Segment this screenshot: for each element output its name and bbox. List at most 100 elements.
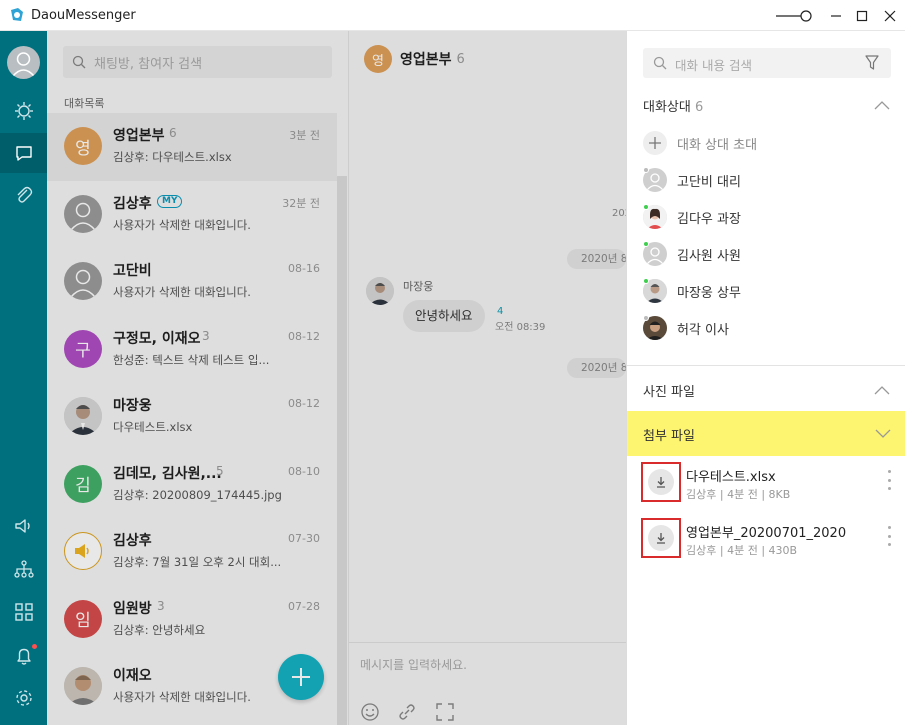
sender-name: 마장웅 xyxy=(403,280,434,293)
plus-icon xyxy=(292,668,310,686)
chat-row[interactable]: 김상후 MY 32분 전 사용자가 삭제한 대화입니다. xyxy=(47,181,337,249)
bell-icon xyxy=(16,648,31,665)
member-item[interactable]: 마장웅 상무 xyxy=(643,278,741,304)
files-menu-button[interactable] xyxy=(0,175,47,215)
room-time: 08-10 xyxy=(288,464,320,478)
org-menu-button[interactable] xyxy=(0,91,47,131)
portrait-photo-icon xyxy=(64,397,102,435)
chat-pane: 영 영업본부 6 2020 2020년 8 마장웅 안녕하세요 4 오전 08:… xyxy=(349,31,626,725)
chat-row[interactable]: 김 김데모, 김사원,... 5 08-10 김상후: 20200809_174… xyxy=(47,451,337,519)
list-scrollbar[interactable] xyxy=(337,176,347,725)
file-meta: 김상후 | 4분 전 | 430B xyxy=(686,544,798,557)
message-time: 오전 08:39 xyxy=(495,322,546,333)
organization-button[interactable] xyxy=(0,549,47,589)
download-button[interactable] xyxy=(641,462,681,502)
filter-icon[interactable] xyxy=(865,55,879,71)
room-preview: 김상후: 7월 31일 오후 2시 대회... xyxy=(113,555,282,569)
chevron-up-icon[interactable] xyxy=(874,385,890,395)
pin-slider[interactable] xyxy=(776,0,812,31)
chat-row[interactable]: 고단비 08-16 사용자가 삭제한 대화입니다. xyxy=(47,248,337,316)
download-icon-wrap xyxy=(648,525,674,551)
room-preview: 김상후: 안녕하세요 xyxy=(113,622,206,637)
file-sender: 김상후 xyxy=(686,544,717,557)
minimize-button[interactable] xyxy=(826,0,846,31)
chat-row[interactable]: 구 구정모, 이재오 3 08-12 한성준: 텍스트 삭제 테스트 입... xyxy=(47,316,337,384)
file-name: 다우테스트.xlsx xyxy=(686,470,776,485)
my-badge: MY xyxy=(157,194,183,208)
invite-member-button[interactable]: 대화 상대 초대 xyxy=(643,130,757,156)
member-name: 허각 이사 xyxy=(677,322,729,338)
member-item[interactable]: 김사원 사원 xyxy=(643,241,741,267)
room-avatar-letter: 김 xyxy=(75,476,91,496)
room-preview: 김상후: 다우테스트.xlsx xyxy=(113,150,232,164)
chevron-up-icon[interactable] xyxy=(874,100,890,110)
member-item[interactable]: 김다우 과장 xyxy=(643,204,741,230)
chat-row[interactable]: 마장웅 08-12 다우테스트.xlsx xyxy=(47,383,337,451)
date-divider: 2020년 8 xyxy=(567,249,626,269)
notification-dot xyxy=(32,644,37,649)
file-item[interactable]: 영업본부_20200701_2020... 김상후 | 4분 전 | 430B xyxy=(641,518,891,560)
new-chat-button[interactable] xyxy=(278,654,324,700)
room-info-panel: 대화 내용 검색 대화상대 6 대화 상대 초대 고단비 대리 김다우 과장 김… xyxy=(626,31,905,725)
chat-row[interactable]: 임 임원방 3 07-28 김상후: 안녕하세요 xyxy=(47,586,337,654)
member-item[interactable]: 허각 이사 xyxy=(643,315,729,341)
status-dot xyxy=(643,204,649,210)
chat-row[interactable]: 김상후 07-30 김상후: 7월 31일 오후 2시 대회... xyxy=(47,518,337,586)
member-name: 마장웅 상무 xyxy=(677,285,741,301)
chat-rows: 영 영업본부 6 3분 전 김상후: 다우테스트.xlsx 김상후 MY 32분… xyxy=(47,113,337,721)
chat-row[interactable]: 영 영업본부 6 3분 전 김상후: 다우테스트.xlsx xyxy=(47,113,337,181)
composer-placeholder: 메시지를 입력하세요. xyxy=(360,658,467,672)
search-placeholder: 채팅방, 참여자 검색 xyxy=(94,56,203,72)
download-button[interactable] xyxy=(641,518,681,558)
my-avatar[interactable] xyxy=(7,46,40,79)
member-count: 6 xyxy=(169,126,177,140)
chat-title: 영업본부 xyxy=(400,52,452,68)
file-item[interactable]: 다우테스트.xlsx 김상후 | 4분 전 | 8KB xyxy=(641,462,891,504)
message-search-input[interactable]: 대화 내용 검색 xyxy=(643,48,891,78)
room-avatar xyxy=(64,194,102,233)
member-count: 3 xyxy=(157,598,165,613)
notifications-button[interactable] xyxy=(0,636,47,676)
message-bubble[interactable]: 안녕하세요 xyxy=(403,300,485,332)
expand-button[interactable] xyxy=(434,701,456,723)
attachments-section-header[interactable]: 첨부 파일 xyxy=(627,411,905,456)
apps-menu-button[interactable] xyxy=(0,592,47,632)
org-chart-icon xyxy=(13,560,34,578)
room-time: 07-28 xyxy=(288,599,320,613)
portrait-photo-icon xyxy=(64,667,102,705)
message-composer[interactable]: 메시지를 입력하세요. xyxy=(349,642,626,725)
title-bar: DaouMessenger xyxy=(0,0,905,31)
download-icon-wrap xyxy=(648,469,674,495)
member-count: 5 xyxy=(216,463,224,478)
person-icon xyxy=(70,202,96,230)
room-name: 마장웅 xyxy=(113,398,152,414)
members-section-title[interactable]: 대화상대 6 xyxy=(643,96,703,115)
paperclip-icon xyxy=(17,186,32,203)
more-options-button[interactable] xyxy=(884,526,894,546)
minimize-icon xyxy=(831,14,841,17)
room-avatar-letter: 구 xyxy=(75,341,91,361)
chat-menu-button[interactable] xyxy=(0,133,47,173)
more-options-button[interactable] xyxy=(884,470,894,490)
room-avatar xyxy=(64,397,102,435)
maximize-button[interactable] xyxy=(852,0,872,31)
room-preview: 사용자가 삭제한 대화입니다. xyxy=(113,285,251,299)
close-window-button[interactable] xyxy=(880,0,900,31)
members-count: 6 xyxy=(694,100,704,115)
sender-avatar[interactable] xyxy=(366,277,394,305)
chat-search-input[interactable]: 채팅방, 참여자 검색 xyxy=(63,46,332,78)
room-preview: 사용자가 삭제한 대화입니다. xyxy=(113,217,251,232)
emoji-button[interactable] xyxy=(359,701,381,723)
members-title: 대화상대 xyxy=(643,100,691,115)
settings-button[interactable] xyxy=(0,678,47,718)
file-name: 영업본부_20200701_2020... xyxy=(686,526,846,541)
room-preview: 한성준: 텍스트 삭제 테스트 입... xyxy=(113,352,270,367)
member-item[interactable]: 고단비 대리 xyxy=(643,167,741,193)
file-size: 8KB xyxy=(768,488,791,501)
notice-menu-button[interactable] xyxy=(0,506,47,546)
photos-section-title[interactable]: 사진 파일 xyxy=(643,381,695,400)
file-time: 4분 전 xyxy=(727,544,758,557)
room-preview: 사용자가 삭제한 대화입니다. xyxy=(113,690,251,704)
attach-link-button[interactable] xyxy=(396,701,418,723)
room-name: 구정모, 이재오 xyxy=(113,330,201,347)
